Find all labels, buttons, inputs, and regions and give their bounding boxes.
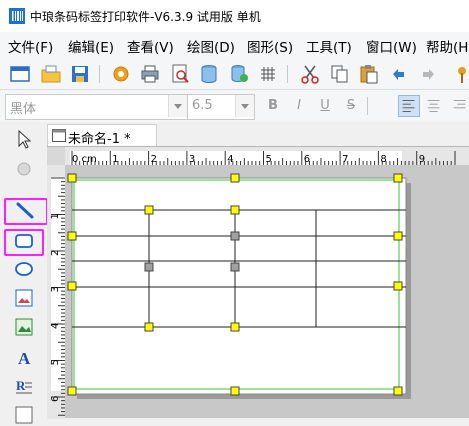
grid-icon[interactable] bbox=[257, 63, 279, 85]
window-title: 中琅条码标签打印软件-V6.3.9 试用版 单机 bbox=[30, 10, 261, 24]
resize-handle[interactable] bbox=[393, 281, 403, 291]
select-pointer-icon[interactable] bbox=[13, 128, 35, 150]
picture-tool-icon[interactable] bbox=[13, 316, 35, 338]
database-icon[interactable] bbox=[198, 63, 220, 85]
new-document-icon[interactable] bbox=[9, 63, 31, 85]
rotate-tool-icon[interactable] bbox=[13, 158, 35, 180]
ruler-label: 4 bbox=[227, 154, 233, 165]
main-toolbar bbox=[0, 58, 469, 90]
menu-window[interactable]: 窗口(W) bbox=[366, 36, 417, 56]
align-left-icon[interactable] bbox=[398, 95, 420, 117]
resize-handle[interactable] bbox=[393, 231, 403, 241]
format-toolbar: 黑体 6.5 B I U S bbox=[0, 90, 469, 122]
underline-button[interactable]: U bbox=[316, 97, 334, 115]
menu-draw[interactable]: 绘图(D) bbox=[187, 36, 235, 56]
italic-button[interactable]: I bbox=[290, 97, 308, 115]
resize-handle[interactable] bbox=[230, 173, 240, 183]
undo-icon[interactable] bbox=[388, 63, 410, 85]
resize-handle[interactable] bbox=[67, 173, 77, 183]
menu-bar: 文件(F) 编辑(E) 查看(V) 绘图(D) 图形(S) 工具(T) 窗口(W… bbox=[0, 32, 469, 58]
resize-handle[interactable] bbox=[393, 173, 403, 183]
font-family-select[interactable]: 黑体 bbox=[5, 94, 188, 120]
design-canvas-area[interactable]: 0 cm 1 2 3 4 5 6 7 8 9 1 2 3 4 5 6 bbox=[47, 146, 469, 419]
cut-scissors-icon[interactable] bbox=[299, 63, 321, 85]
align-center-icon[interactable] bbox=[424, 96, 446, 118]
resize-handle[interactable] bbox=[230, 231, 240, 241]
ruler-label: 6 bbox=[304, 154, 310, 165]
ruler-label: 7 bbox=[342, 154, 348, 165]
document-tab[interactable]: 未命名-1 * bbox=[47, 124, 157, 147]
menu-shape[interactable]: 图形(S) bbox=[247, 36, 293, 56]
print-preview-icon[interactable] bbox=[169, 63, 191, 85]
resize-handle[interactable] bbox=[67, 386, 77, 396]
title-bar: 中琅条码标签打印软件-V6.3.9 试用版 单机 bbox=[0, 0, 469, 32]
redo-icon[interactable] bbox=[417, 63, 439, 85]
resize-handle[interactable] bbox=[393, 386, 403, 396]
ruler-label: 2 bbox=[50, 250, 61, 256]
ruler-label: 2 bbox=[151, 154, 157, 165]
resize-handle[interactable] bbox=[230, 386, 240, 396]
menu-edit[interactable]: 编辑(E) bbox=[68, 36, 114, 56]
strikethrough-button[interactable]: S bbox=[342, 97, 360, 115]
ruler-label: 8 bbox=[380, 154, 386, 165]
barcode-tool-icon[interactable] bbox=[13, 404, 35, 426]
font-size-select[interactable]: 6.5 bbox=[187, 94, 255, 120]
paste-icon[interactable] bbox=[358, 63, 380, 85]
ellipse-tool-icon[interactable] bbox=[13, 258, 35, 280]
ruler-label: 3 bbox=[50, 286, 61, 292]
ruler-label: 5 bbox=[50, 359, 61, 365]
resize-handle[interactable] bbox=[230, 205, 240, 215]
rounded-rectangle-tool-icon[interactable] bbox=[13, 230, 35, 252]
resize-handle[interactable] bbox=[230, 262, 240, 272]
ruler-unit-label: 0 cm bbox=[72, 154, 97, 165]
database-settings-icon[interactable] bbox=[228, 63, 250, 85]
drawing-tools-panel: A R bbox=[0, 122, 48, 424]
font-family-value: 黑体 bbox=[10, 102, 37, 117]
menu-help[interactable]: 帮助(H bbox=[426, 36, 468, 56]
resize-handle[interactable] bbox=[230, 322, 240, 332]
menu-file[interactable]: 文件(F) bbox=[8, 36, 53, 56]
ruler-label: 5 bbox=[266, 154, 272, 165]
ruler-label: 1 bbox=[112, 154, 118, 165]
menu-view[interactable]: 查看(V) bbox=[127, 36, 174, 56]
print-icon[interactable] bbox=[139, 63, 161, 85]
chevron-down-icon[interactable] bbox=[235, 95, 254, 117]
properties-icon[interactable] bbox=[452, 63, 469, 85]
font-size-value: 6.5 bbox=[192, 98, 213, 113]
toolbar-separator bbox=[99, 65, 100, 83]
document-icon bbox=[52, 129, 66, 142]
resize-handle[interactable] bbox=[67, 281, 77, 291]
toolbar-separator bbox=[287, 65, 288, 83]
ruler-label: 6 bbox=[50, 396, 61, 402]
canvas-svg: 0 cm 1 2 3 4 5 6 7 8 9 1 2 3 4 5 6 bbox=[47, 147, 469, 419]
resize-handle[interactable] bbox=[144, 262, 154, 272]
settings-gear-icon[interactable] bbox=[110, 63, 132, 85]
app-logo-icon bbox=[9, 8, 25, 24]
svg-text:R: R bbox=[16, 378, 26, 393]
ruler-label: 3 bbox=[189, 154, 195, 165]
chevron-down-icon[interactable] bbox=[168, 95, 187, 117]
resize-handle[interactable] bbox=[144, 322, 154, 332]
ruler-label: 4 bbox=[50, 323, 61, 329]
ruler-label: 1 bbox=[50, 213, 61, 219]
resize-handle[interactable] bbox=[144, 205, 154, 215]
save-icon[interactable] bbox=[69, 63, 91, 85]
ruler-corner bbox=[47, 147, 65, 165]
copy-icon[interactable] bbox=[329, 63, 351, 85]
resize-handle[interactable] bbox=[67, 231, 77, 241]
align-right-icon[interactable] bbox=[450, 96, 469, 118]
rich-text-tool-icon[interactable]: R bbox=[13, 375, 35, 397]
open-folder-icon[interactable] bbox=[40, 63, 62, 85]
svg-text:A: A bbox=[18, 349, 31, 368]
bold-button[interactable]: B bbox=[264, 97, 282, 115]
menu-tools[interactable]: 工具(T) bbox=[306, 36, 352, 56]
toolbar-separator bbox=[367, 97, 368, 115]
line-tool-icon[interactable] bbox=[14, 199, 36, 221]
text-tool-icon[interactable]: A bbox=[13, 346, 35, 368]
image-tool-icon[interactable] bbox=[13, 287, 35, 309]
document-tab-label: 未命名-1 * bbox=[68, 132, 131, 147]
ruler-label: 9 bbox=[419, 154, 425, 165]
